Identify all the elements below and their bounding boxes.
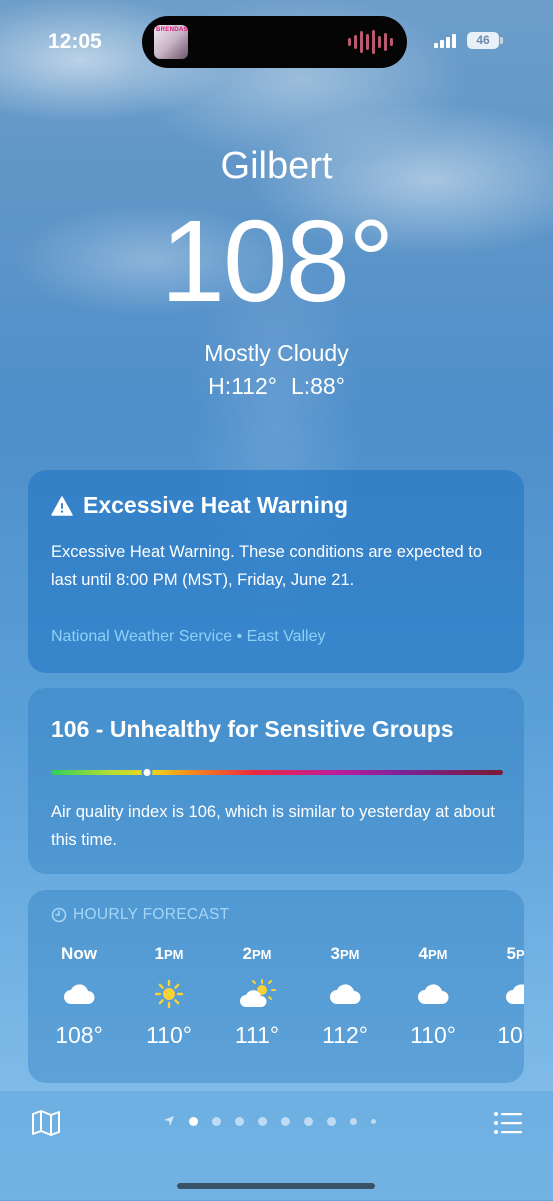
- hour-temp: 111°: [234, 1022, 280, 1048]
- page-indicator[interactable]: [163, 1115, 376, 1127]
- aqi-description: Air quality index is 106, which is simil…: [51, 803, 495, 849]
- location-arrow-icon: [164, 1116, 174, 1126]
- city-name: Gilbert: [220, 145, 333, 187]
- hourly-item[interactable]: 5PM 109°: [477, 942, 524, 1049]
- cloud-icon: [301, 966, 389, 1022]
- alert-source[interactable]: National Weather Service • East Valley: [51, 628, 325, 646]
- partly-sunny-icon: [213, 966, 301, 1022]
- cloud-icon: [389, 966, 477, 1022]
- page-dot[interactable]: [258, 1116, 267, 1126]
- hour-time: 2: [242, 944, 252, 963]
- hourly-item[interactable]: Now 108°: [35, 942, 123, 1049]
- hourly-forecast-heading: HOURLY FORECAST: [51, 906, 229, 924]
- sun-icon: [125, 966, 213, 1022]
- hourly-item[interactable]: 2PM 111°: [213, 942, 301, 1049]
- hourly-item[interactable]: 3PM 112°: [301, 942, 389, 1049]
- alert-title: Excessive Heat Warning: [51, 492, 348, 519]
- cloud-icon: [35, 966, 123, 1022]
- cellular-signal-icon: [434, 34, 456, 48]
- aqi-indicator: [141, 767, 153, 778]
- clock-icon: [51, 907, 67, 923]
- hour-label: Now: [35, 942, 123, 966]
- page-dot[interactable]: [350, 1117, 357, 1125]
- hourly-heading-text: HOURLY FORECAST: [73, 906, 230, 923]
- hour-time: 1: [154, 944, 164, 963]
- hour-temp: 110°: [146, 1022, 192, 1048]
- hour-label: 4PM: [389, 942, 477, 966]
- map-icon[interactable]: [31, 1109, 61, 1137]
- weather-condition: Mostly Cloudy: [204, 340, 349, 366]
- hour-unit: PM: [339, 947, 360, 962]
- hourly-item[interactable]: 1PM 110°: [125, 942, 213, 1049]
- current-temperature: 108°: [160, 196, 395, 326]
- hour-temp: 110°: [410, 1022, 456, 1048]
- status-bar: 12:05 BRENDAS 46: [0, 0, 553, 80]
- hour-time: 3: [330, 944, 340, 963]
- hour-label: 3PM: [301, 942, 389, 966]
- hour-time: 4: [418, 944, 428, 963]
- high-temperature: H:112°: [208, 373, 277, 399]
- hour-label: 5PM: [477, 942, 524, 966]
- bottom-toolbar: [0, 1090, 553, 1201]
- hour-time: Now: [61, 944, 97, 963]
- page-dot[interactable]: [371, 1118, 376, 1124]
- page-dot[interactable]: [281, 1116, 290, 1126]
- hourly-item[interactable]: 4PM 110°: [389, 942, 477, 1049]
- hour-unit: PM: [427, 947, 448, 962]
- list-icon[interactable]: [493, 1111, 523, 1135]
- hour-temp: 109°: [497, 1022, 524, 1048]
- album-art-text: BRENDAS: [156, 27, 188, 33]
- home-indicator[interactable]: [177, 1183, 375, 1189]
- weather-alert-card[interactable]: Excessive Heat Warning Excessive Heat Wa…: [28, 470, 524, 673]
- hour-temp: 112°: [322, 1022, 368, 1048]
- battery-tip: [500, 37, 503, 44]
- hour-unit: PM: [251, 947, 272, 962]
- battery-icon: 46: [467, 32, 499, 49]
- dynamic-island[interactable]: BRENDAS: [142, 16, 407, 68]
- hour-label: 1PM: [125, 942, 213, 966]
- album-art: BRENDAS: [154, 25, 188, 59]
- hour-unit: PM: [163, 947, 184, 962]
- hourly-scroll[interactable]: Now108°1PM110°2PM111°3PM112°4PM110°5PM10…: [28, 942, 524, 1072]
- aqi-title: 106 - Unhealthy for Sensitive Groups: [51, 716, 454, 742]
- status-time: 12:05: [48, 30, 102, 53]
- page-dot[interactable]: [235, 1116, 244, 1126]
- cloud-icon: [477, 966, 524, 1022]
- high-low: H:112° L:88°: [0, 373, 553, 400]
- warning-icon: [51, 495, 73, 516]
- hour-unit: PM: [515, 947, 524, 962]
- audio-waveform-icon: [348, 30, 393, 54]
- alert-body: Excessive Heat Warning. These conditions…: [51, 543, 483, 589]
- hour-time: 5: [506, 944, 516, 963]
- hourly-forecast-card[interactable]: HOURLY FORECAST Now 108° 1PM 110° 2PM 111° 3PM…: [28, 890, 524, 1083]
- page-dot[interactable]: [189, 1116, 198, 1126]
- page-dot[interactable]: [212, 1116, 221, 1126]
- low-temperature: L:88°: [290, 373, 345, 399]
- air-quality-card[interactable]: 106 - Unhealthy for Sensitive Groups Air…: [28, 688, 524, 874]
- page-dot[interactable]: [304, 1116, 313, 1126]
- alert-title-text: Excessive Heat Warning: [83, 492, 349, 518]
- hour-temp: 108°: [55, 1022, 103, 1048]
- aqi-scale-bar: [51, 767, 503, 778]
- page-dot[interactable]: [327, 1116, 336, 1126]
- hour-label: 2PM: [213, 942, 301, 966]
